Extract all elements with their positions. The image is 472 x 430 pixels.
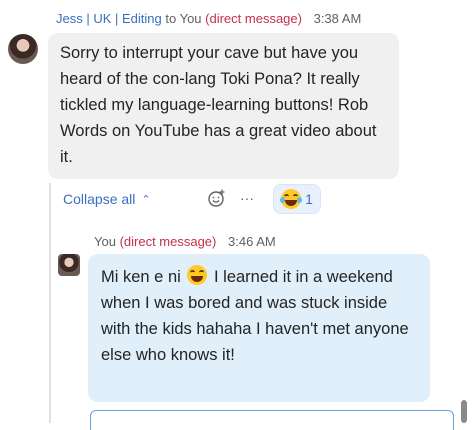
sender-name[interactable]: Jess | UK | Editing [56,11,162,26]
grinning-emoji-icon [187,265,208,285]
collapse-all-label: Collapse all [63,191,136,207]
joy-emoji-icon [280,189,303,209]
reply-text-start: Mi ken e ni [101,268,181,286]
more-options-icon[interactable]: ··· [240,190,254,206]
recipient-label: to You [165,11,202,26]
reaction-count: 1 [305,191,313,207]
message-header: Jess | UK | Editing to You (direct messa… [56,11,361,26]
direct-message-label: (direct message) [205,11,302,26]
reaction-chip[interactable]: 1 [273,184,321,214]
timestamp: 3:46 AM [228,234,276,249]
jess-avatar[interactable] [8,34,38,64]
add-reaction-icon[interactable] [207,188,227,208]
my-avatar[interactable] [58,254,80,276]
collapse-all-button[interactable]: Collapse all ⌃ [63,191,151,207]
reply-header: You (direct message) 3:46 AM [94,234,276,249]
direct-message-label: (direct message) [119,234,217,249]
chevron-up-icon: ⌃ [141,193,151,206]
thread-line [49,183,51,423]
scrollbar[interactable] [461,400,467,423]
message-text: Sorry to interrupt your cave but have yo… [60,44,377,166]
sender-name[interactable]: You [94,234,116,249]
timestamp: 3:38 AM [313,11,362,26]
reply-bubble[interactable]: Mi ken e ni I learned it in a weekend wh… [88,254,430,402]
message-bubble[interactable]: Sorry to interrupt your cave but have yo… [48,33,399,179]
reply-input[interactable] [90,410,454,430]
